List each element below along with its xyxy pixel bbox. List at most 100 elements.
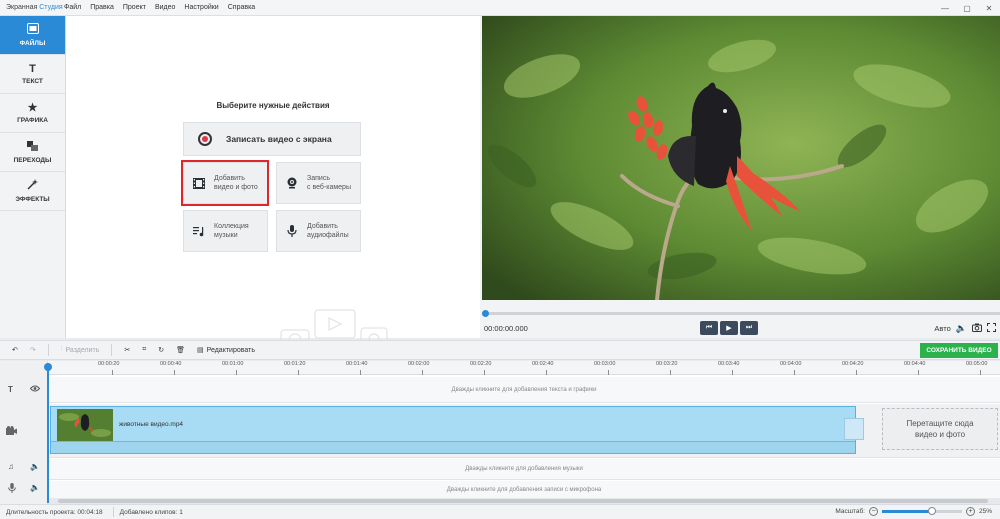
timeline: T ♫ 🔈 🔈 00:00:20 00:00:40 00:01:00 00:01… [0, 361, 1000, 504]
ruler-tick: 00:03:40 [718, 361, 740, 375]
zoom-in-icon[interactable]: + [965, 507, 975, 516]
fullscreen-icon[interactable] [987, 323, 996, 334]
film-icon [192, 177, 206, 189]
ruler-tick: 00:01:40 [346, 361, 368, 375]
music-track-icon: ♫ [8, 462, 14, 471]
play-icon[interactable]: ▶ [720, 321, 738, 335]
menu-help[interactable]: Справка [228, 4, 255, 11]
progress-knob[interactable] [482, 310, 489, 317]
music-track[interactable]: Дважды кликните для добавления музыки [48, 459, 1000, 480]
sidebar-item-transitions[interactable]: ПЕРЕХОДЫ [0, 133, 65, 172]
sidebar-item-label: ПЕРЕХОДЫ [13, 156, 52, 164]
rotate-icon[interactable]: ↻ [158, 346, 164, 354]
music-volume-icon[interactable]: 🔈 [30, 462, 40, 471]
sidebar-item-effects[interactable]: ЭФФЕКТЫ [0, 172, 65, 211]
sidebar-item-label: ЭФФЕКТЫ [15, 196, 50, 203]
save-video-button[interactable]: СОХРАНИТЬ ВИДЕО [920, 343, 998, 358]
clip-audio-bar [51, 441, 855, 453]
add-audio-button[interactable]: Добавить аудиофайлы [276, 210, 361, 252]
volume-icon[interactable]: 🔈 [956, 323, 967, 334]
scissors-icon[interactable]: ✂ [124, 346, 130, 354]
clip-thumbnail [57, 409, 113, 441]
trash-icon[interactable]: 🗑 [176, 346, 185, 354]
text-track[interactable]: Дважды кликните для добавления текста и … [48, 377, 1000, 403]
aspect-auto-button[interactable]: Авто [934, 324, 950, 333]
edit-label: Редактировать [206, 346, 255, 354]
skip-forward-icon[interactable]: ⏭ [740, 321, 758, 335]
eye-icon[interactable] [29, 385, 41, 394]
time-ruler[interactable]: 00:00:20 00:00:40 00:01:00 00:01:20 00:0… [48, 361, 1000, 375]
playhead-line[interactable] [47, 363, 49, 503]
zoom-slider-knob[interactable] [927, 507, 936, 515]
split-icon: ⫶ [60, 346, 63, 353]
redo-icon[interactable]: ↷ [30, 346, 36, 354]
ruler-tick: 00:04:40 [904, 361, 926, 375]
app-window: Экранная Студия Файл Правка Проект Видео… [0, 0, 1000, 519]
toolbar-divider [47, 344, 49, 356]
actions-title: Выберите нужные действия [216, 101, 330, 110]
edit-icon: ▤ [197, 347, 204, 354]
sidebar-item-graphics[interactable]: ★ ГРАФИКА [0, 94, 65, 133]
ruler-tick: 00:01:00 [222, 361, 244, 375]
skip-back-icon[interactable]: ⏮ [700, 321, 718, 335]
mic-track[interactable]: Дважды кликните для добавления записи с … [48, 481, 1000, 498]
webcam-record-button[interactable]: Запись с веб-камеры [276, 162, 361, 204]
playhead-handle[interactable] [44, 363, 52, 371]
window-controls: — ▢ ✕ [934, 0, 1000, 16]
menu-settings[interactable]: Настройки [184, 4, 218, 11]
zoom-value: 25% [978, 508, 992, 515]
status-bar: Длительность проекта: 00:04:18 Добавлено… [0, 504, 1000, 519]
playback-progress[interactable] [482, 310, 1000, 317]
zoom-slider[interactable] [881, 507, 962, 515]
ruler-tick: 00:01:20 [284, 361, 306, 375]
ruler-tick: 00:02:20 [470, 361, 492, 375]
mic-volume-icon[interactable]: 🔈 [30, 483, 40, 492]
video-track-icon [6, 426, 17, 437]
maximize-icon[interactable]: ▢ [956, 0, 978, 16]
timeline-toolbar: ↶ ↷ ⫶ Разделить ✂ ⌗ ↻ 🗑 ▤ Редактировать СО… [0, 340, 1000, 360]
menu-project[interactable]: Проект [123, 4, 146, 11]
toolbar-divider [111, 344, 113, 356]
undo-icon[interactable]: ↶ [12, 346, 18, 354]
text-track-icon: T [8, 385, 13, 394]
app-title-main: Экранная [6, 4, 40, 11]
ruler-tick: 00:00:20 [98, 361, 120, 375]
record-icon [198, 132, 212, 146]
ruler-tick: 00:04:20 [842, 361, 864, 375]
mic-track-hint: Дважды кликните для добавления записи с … [446, 486, 602, 493]
ruler-tick: 00:00:40 [160, 361, 182, 375]
edit-button[interactable]: ▤ Редактировать [197, 346, 255, 355]
minimize-icon[interactable]: — [934, 0, 956, 16]
video-clip[interactable]: животные видео.mp4 [50, 406, 856, 454]
zoom-out-icon[interactable]: − [868, 507, 878, 516]
sidebar-item-files[interactable]: ФАЙЛЫ [0, 16, 65, 55]
drop-zone[interactable]: Перетащите сюда видео и фото [882, 408, 998, 450]
text-track-hint: Дважды кликните для добавления текста и … [451, 386, 597, 393]
close-icon[interactable]: ✕ [978, 0, 1000, 16]
record-screen-button[interactable]: Записать видео с экрана [183, 122, 361, 156]
crop-icon[interactable]: ⌗ [142, 346, 146, 354]
transition-icon[interactable] [844, 418, 864, 440]
video-preview [482, 16, 1000, 300]
add-video-photo-button[interactable]: Добавить видео и фото [183, 162, 268, 204]
playback-controls: ⏮ ▶ ⏭ [700, 321, 758, 335]
add-video-label: Добавить видео и фото [214, 175, 258, 191]
split-button[interactable]: ⫶ Разделить [61, 346, 100, 354]
video-track: животные видео.mp4 Перетащите сюда видео … [48, 404, 1000, 458]
menu-file[interactable]: Файл [64, 4, 81, 11]
magic-wand-icon [27, 179, 38, 193]
graphics-icon: ★ [27, 102, 38, 114]
track-headers: T ♫ 🔈 🔈 [0, 361, 48, 504]
project-duration: Длительность проекта: 00:04:18 [6, 508, 103, 516]
clips-count: Добавлено клипов: 1 [119, 508, 183, 516]
webcam-label: Запись с веб-камеры [307, 175, 351, 191]
sidebar-item-text[interactable]: T ТЕКСТ [0, 55, 65, 94]
music-collection-button[interactable]: Коллекция музыки [183, 210, 268, 252]
menu-edit[interactable]: Правка [90, 4, 114, 11]
clip-name: животные видео.mp4 [119, 421, 184, 428]
menu-video[interactable]: Видео [155, 4, 175, 11]
snapshot-icon[interactable] [972, 323, 982, 334]
scrollbar-thumb[interactable] [58, 499, 988, 503]
sidebar: ФАЙЛЫ T ТЕКСТ ★ ГРАФИКА ПЕРЕХОДЫ ЭФФЕКТЫ [0, 16, 66, 338]
menu-bar: Файл Правка Проект Видео Настройки Справ… [64, 4, 264, 11]
